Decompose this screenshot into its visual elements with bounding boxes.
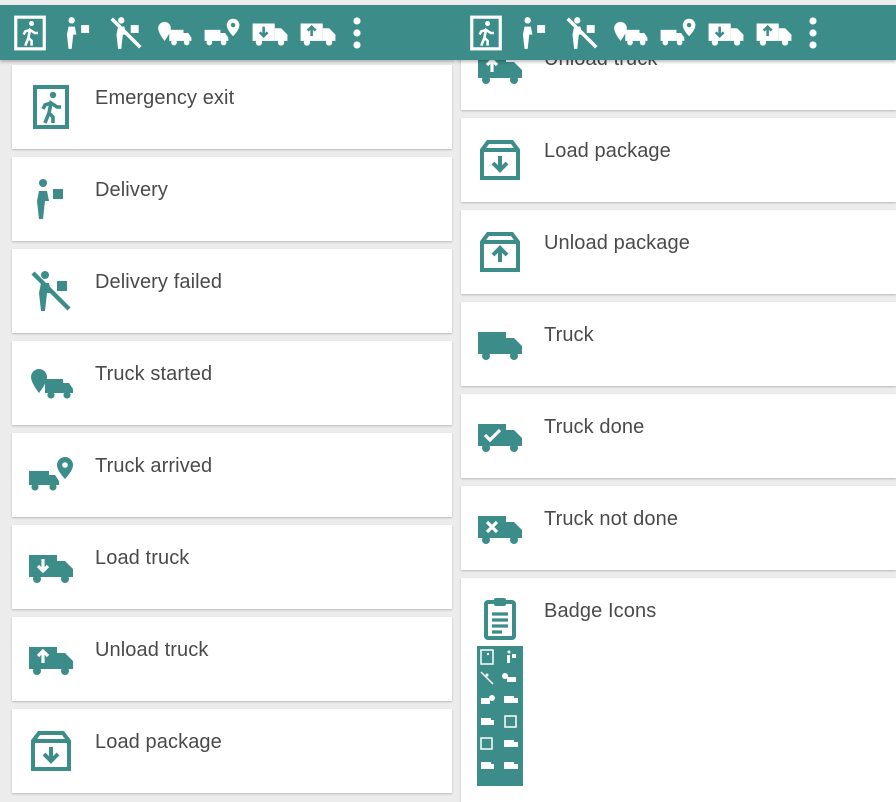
delivery-icon[interactable] (54, 11, 102, 55)
truck-started-icon[interactable] (150, 11, 198, 55)
truck-not-done-icon (475, 504, 525, 552)
emergency-exit-icon[interactable] (462, 11, 510, 55)
delivery-failed-icon (26, 267, 76, 315)
list-item-load-package[interactable]: Load package (12, 709, 452, 793)
list-item-label: Load truck (95, 547, 190, 569)
toolbar (456, 5, 896, 60)
list-item-label: Unload truck (95, 639, 209, 661)
unload-truck-icon[interactable] (750, 11, 798, 55)
delivery-icon (26, 175, 76, 223)
truck-done-icon (475, 412, 525, 460)
list-item-emergency-exit[interactable]: Emergency exit (12, 65, 452, 149)
truck-started-icon (26, 359, 76, 407)
list-item-delivery[interactable]: Delivery (12, 157, 452, 241)
list-item-label: Unload package (544, 232, 690, 254)
list-item-label: Badge Icons (544, 600, 657, 622)
list-item-label: Truck started (95, 363, 213, 385)
list-item-delivery-failed[interactable]: Delivery failed (12, 249, 452, 333)
list-item-truck-arrived[interactable]: Truck arrived (12, 433, 452, 517)
delivery-failed-icon[interactable] (558, 11, 606, 55)
truck-arrived-icon (26, 451, 76, 499)
clipboard-icon (475, 594, 525, 642)
left-pane: Emergency exit Delivery Delivery failed … (0, 0, 456, 802)
delivery-icon[interactable] (510, 11, 558, 55)
load-truck-icon (26, 543, 76, 591)
emergency-exit-icon[interactable] (6, 11, 54, 55)
list-item-unload-package[interactable]: Unload package (461, 210, 896, 294)
list-item-truck-not-done[interactable]: Truck not done (461, 486, 896, 570)
load-truck-icon[interactable] (702, 11, 750, 55)
list-item-label: Load package (95, 731, 222, 753)
list-item-load-package[interactable]: Load package (461, 118, 896, 202)
unload-package-icon (475, 228, 525, 276)
list-item-label: Truck (544, 324, 594, 346)
list-item-label: Truck arrived (95, 455, 213, 477)
list-item-label: Delivery failed (95, 271, 223, 293)
list-item-truck-done[interactable]: Truck done (461, 394, 896, 478)
unload-truck-icon (26, 635, 76, 683)
truck-arrived-icon[interactable] (198, 11, 246, 55)
load-package-icon (475, 136, 525, 184)
right-pane: Unload truck Load package Unload package… (456, 0, 896, 802)
truck-started-icon[interactable] (606, 11, 654, 55)
list-item-load-truck[interactable]: Load truck (12, 525, 452, 609)
list-item-label: Truck not done (544, 508, 679, 530)
unload-truck-icon[interactable] (294, 11, 342, 55)
truck-arrived-icon[interactable] (654, 11, 702, 55)
list-item-badge-icons[interactable]: Badge Icons (461, 578, 896, 802)
list-item-label: Delivery (95, 179, 169, 201)
delivery-failed-icon[interactable] (102, 11, 150, 55)
list-item-label: Load package (544, 140, 671, 162)
badge-icons-preview (477, 646, 523, 786)
load-truck-icon[interactable] (246, 11, 294, 55)
list-item-label: Emergency exit (95, 87, 235, 109)
list-item-label: Truck done (544, 416, 645, 438)
toolbar (0, 5, 456, 60)
list-item-truck-started[interactable]: Truck started (12, 341, 452, 425)
more-vert-icon[interactable] (342, 11, 372, 55)
truck-icon (475, 320, 525, 368)
list-item-truck[interactable]: Truck (461, 302, 896, 386)
more-vert-icon[interactable] (798, 11, 828, 55)
list-item-unload-truck[interactable]: Unload truck (12, 617, 452, 701)
load-package-icon (26, 727, 76, 775)
emergency-exit-icon (26, 83, 76, 131)
